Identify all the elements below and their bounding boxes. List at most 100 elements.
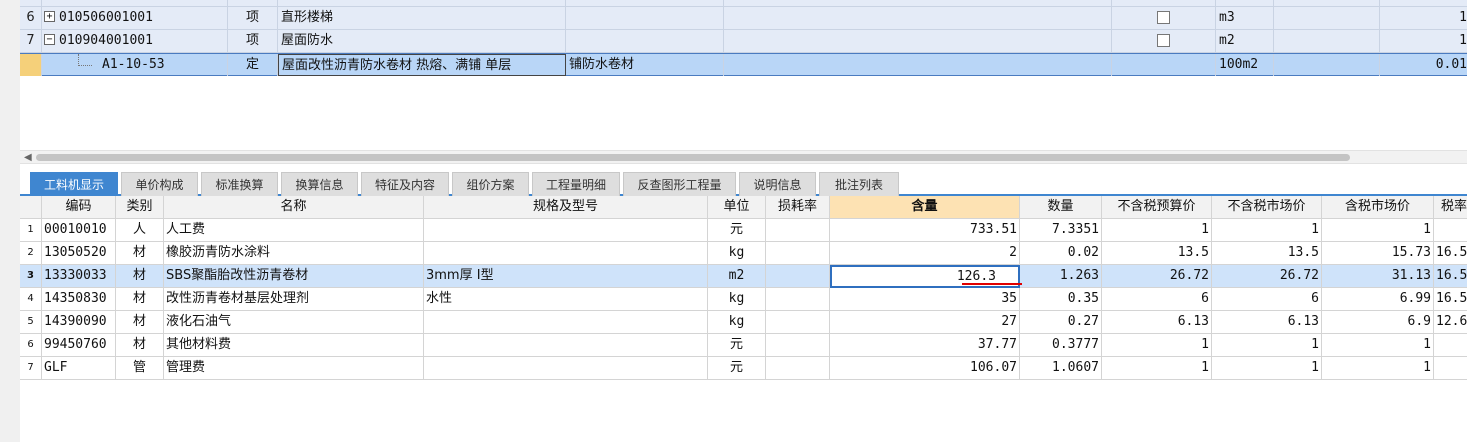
quota-type: 定 [228, 54, 278, 76]
header-tax-rate[interactable]: 税率 [1434, 196, 1467, 218]
collapse-icon[interactable]: − [44, 34, 55, 45]
resource-row[interactable]: 1 00010010 人 人工费 元 733.51 7.3351 1 1 1 [20, 219, 1467, 242]
resource-quantity: 7.3351 [1020, 219, 1102, 241]
resource-row[interactable]: 5 14390090 材 液化石油气 kg 27 0.27 6.13 6.13 … [20, 311, 1467, 334]
resource-market-price[interactable]: 1 [1212, 357, 1322, 379]
header-content[interactable]: 含量 [830, 196, 1020, 218]
resource-tax-market-price: 31.13 [1322, 265, 1434, 287]
resource-loss-rate[interactable] [766, 288, 830, 310]
row-number: 7 [20, 30, 42, 52]
resource-name: 改性沥青卷材基层处理剂 [164, 288, 424, 310]
header-budget-price[interactable]: 不含税预算价 [1102, 196, 1212, 218]
resource-market-price[interactable]: 13.5 [1212, 242, 1322, 264]
resource-content[interactable]: 27 [830, 311, 1020, 333]
bill-row-partial[interactable] [20, 0, 1467, 7]
bill-type: 项 [228, 30, 278, 52]
resource-budget-price: 6.13 [1102, 311, 1212, 333]
tab-standard-conversion[interactable]: 标准换算 [201, 172, 278, 196]
resource-row[interactable]: 6 99450760 材 其他材料费 元 37.77 0.3777 1 1 1 [20, 334, 1467, 357]
resource-quantity: 1.0607 [1020, 357, 1102, 379]
resource-type: 材 [116, 311, 164, 333]
tab-resources[interactable]: 工料机显示 [30, 172, 118, 196]
quota-unit: 100m2 [1216, 54, 1274, 76]
expand-icon[interactable]: + [44, 11, 55, 22]
checkbox[interactable] [1157, 11, 1170, 24]
tab-annotations[interactable]: 批注列表 [819, 172, 899, 196]
header-unit[interactable]: 单位 [708, 196, 766, 218]
resource-content[interactable]: 733.51 [830, 219, 1020, 241]
bill-unit: m2 [1216, 30, 1274, 52]
resource-market-price[interactable]: 1 [1212, 334, 1322, 356]
header-type[interactable]: 类别 [116, 196, 164, 218]
resource-loss-rate[interactable] [766, 242, 830, 264]
horizontal-scrollbar[interactable]: ◀ [20, 150, 1467, 164]
resource-spec [424, 357, 708, 379]
resource-market-price[interactable]: 6.13 [1212, 311, 1322, 333]
resource-tax-rate [1434, 357, 1467, 379]
bill-type: 项 [228, 7, 278, 29]
header-code[interactable]: 编码 [42, 196, 116, 218]
resource-row[interactable]: 4 14350830 材 改性沥青卷材基层处理剂 水性 kg 35 0.35 6… [20, 288, 1467, 311]
resource-content[interactable]: 2 [830, 242, 1020, 264]
resource-code: 14350830 [42, 288, 116, 310]
resource-content[interactable]: 106.07 [830, 357, 1020, 379]
resource-row[interactable]: 7 GLF 管 管理费 元 106.07 1.0607 1 1 1 [20, 357, 1467, 380]
resource-market-price[interactable]: 6 [1212, 288, 1322, 310]
tab-conversion-info[interactable]: 换算信息 [281, 172, 358, 196]
tree-connector [78, 54, 92, 66]
row-number: 3 [20, 265, 42, 287]
tab-description[interactable]: 说明信息 [739, 172, 816, 196]
tab-features[interactable]: 特征及内容 [361, 172, 449, 196]
tab-graphic-quantity[interactable]: 反查图形工程量 [623, 172, 736, 196]
resource-tax-rate [1434, 219, 1467, 241]
bill-row[interactable]: 6 +010506001001 项 直形楼梯 m3 1 [20, 7, 1467, 30]
resource-row[interactable]: 2 13050520 材 橡胶沥青防水涂料 kg 2 0.02 13.5 13.… [20, 242, 1467, 265]
resource-type: 材 [116, 265, 164, 287]
header-name[interactable]: 名称 [164, 196, 424, 218]
resource-code: 14390090 [42, 311, 116, 333]
resource-tax-rate: 12.6 [1436, 314, 1467, 329]
resource-unit: 元 [708, 334, 766, 356]
header-spec[interactable]: 规格及型号 [424, 196, 708, 218]
resource-loss-rate[interactable] [766, 357, 830, 379]
resource-content[interactable]: 35 [830, 288, 1020, 310]
header-tax-market-price[interactable]: 含税市场价 [1322, 196, 1434, 218]
resource-loss-rate[interactable] [766, 311, 830, 333]
quota-name[interactable]: 屋面改性沥青防水卷材 热熔、满铺 单层 [278, 54, 566, 76]
scroll-left-icon[interactable]: ◀ [24, 152, 32, 163]
resource-spec: 水性 [424, 288, 708, 310]
resource-budget-price: 26.72 [1102, 265, 1212, 287]
quota-row-selected[interactable]: A1-10-53 定 屋面改性沥青防水卷材 热熔、满铺 单层 铺防水卷材 100… [20, 53, 1467, 76]
quota-qty: 0.01 [1435, 57, 1467, 72]
resource-loss-rate[interactable] [766, 219, 830, 241]
header-quantity[interactable]: 数量 [1020, 196, 1102, 218]
header-market-price[interactable]: 不含税市场价 [1212, 196, 1322, 218]
resource-code: 00010010 [42, 219, 116, 241]
row-number: 6 [20, 7, 42, 29]
resource-spec [424, 219, 708, 241]
resource-code: 99450760 [42, 334, 116, 356]
resource-market-price[interactable]: 26.72 [1212, 265, 1322, 287]
checkbox[interactable] [1157, 34, 1170, 47]
tab-unit-price[interactable]: 单价构成 [121, 172, 198, 196]
resource-budget-price: 13.5 [1102, 242, 1212, 264]
resource-loss-rate[interactable] [766, 265, 830, 287]
resource-code: 13330033 [42, 265, 116, 287]
resource-loss-rate[interactable] [766, 334, 830, 356]
resource-row-selected[interactable]: 3 13330033 材 SBS聚酯胎改性沥青卷材 3mm厚 I型 m2 1.2… [20, 265, 1467, 288]
row-number: 2 [20, 242, 42, 264]
header-loss-rate[interactable]: 损耗率 [766, 196, 830, 218]
bill-row[interactable]: 7 −010904001001 项 屋面防水 m2 1 [20, 30, 1467, 53]
resource-market-price[interactable]: 1 [1212, 219, 1322, 241]
tab-quantity-detail[interactable]: 工程量明细 [532, 172, 620, 196]
resource-tax-market-price: 1 [1322, 334, 1434, 356]
row-number: 6 [20, 334, 42, 356]
resource-type: 人 [116, 219, 164, 241]
resource-unit: kg [708, 288, 766, 310]
scrollbar-thumb[interactable] [36, 154, 1350, 161]
resource-type: 材 [116, 334, 164, 356]
tab-pricing-scheme[interactable]: 组价方案 [452, 172, 529, 196]
resource-content[interactable]: 37.77 [830, 334, 1020, 356]
resource-unit: 元 [708, 357, 766, 379]
resource-code: GLF [42, 357, 116, 379]
